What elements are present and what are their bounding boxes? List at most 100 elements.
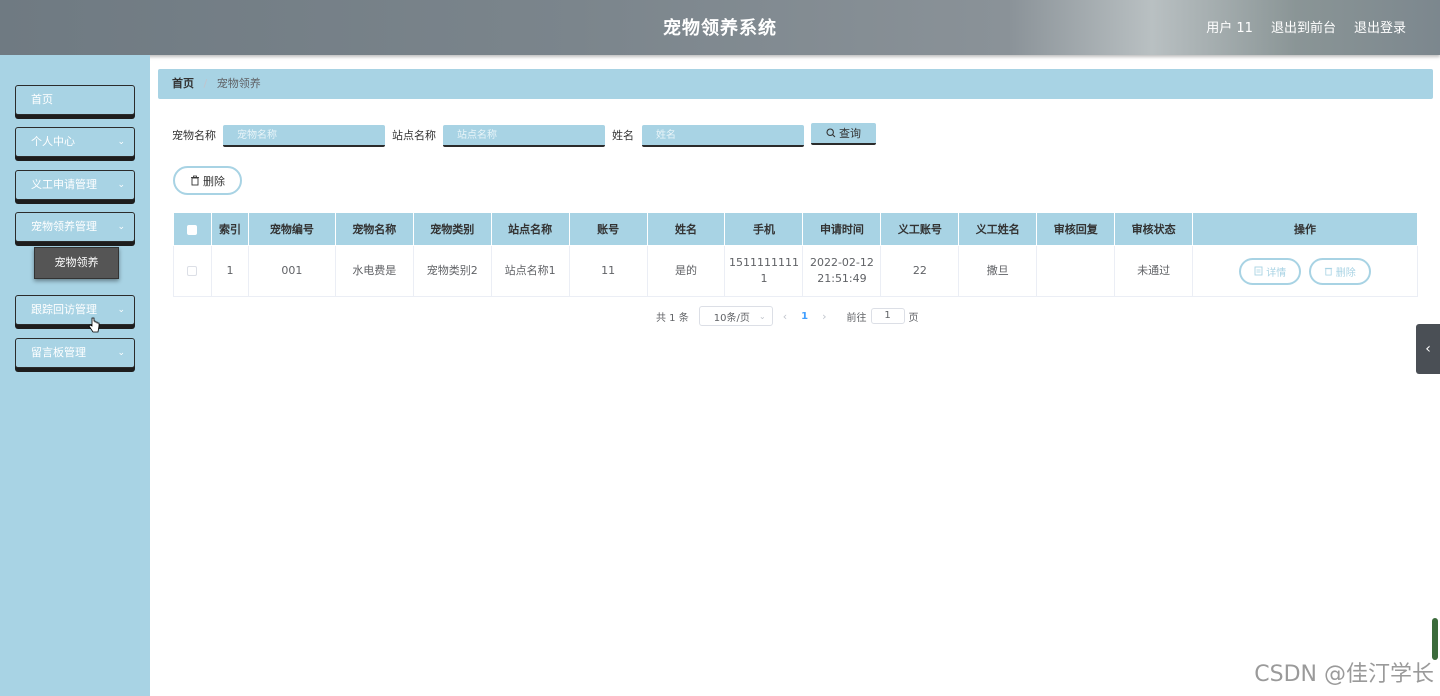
column-header: 申请时间 — [802, 212, 882, 246]
phone-line: 1 — [760, 272, 768, 285]
cell-account: 11 — [568, 245, 648, 297]
sidebar: 首页 个人中心 ⌄ 义工申请管理 ⌄ 宠物领养管理 ⌄ 宠物领养 跟踪回访管理 … — [0, 55, 150, 696]
column-header: 账号 — [568, 212, 648, 246]
cell-phone: 1511111111 1 — [724, 245, 804, 297]
row-delete-button-label: 删除 — [1335, 267, 1356, 279]
trash-icon — [1324, 267, 1332, 276]
top-header: 宠物领养系统 用户 11 退出到前台 退出登录 — [0, 0, 1440, 55]
phone-line: 1511111111 — [728, 256, 799, 269]
cell-apply-time: 2022-02-12 21:51:49 — [802, 245, 882, 297]
column-header: 审核状态 — [1114, 212, 1194, 246]
column-header: 义工账号 — [880, 212, 960, 246]
watermark: CSDN @佳汀学长 — [1254, 662, 1434, 687]
submenu-pet-adoption[interactable]: 宠物领养 — [34, 247, 119, 279]
station-name-label: 站点名称 — [392, 129, 436, 142]
sidebar-item-message-board[interactable]: 留言板管理 ⌄ — [15, 338, 135, 368]
header-links: 用户 11 退出到前台 退出登录 — [1206, 17, 1406, 36]
column-header: 义工姓名 — [958, 212, 1038, 246]
cell-volunteer-name: 撒旦 — [958, 245, 1038, 297]
next-page-icon[interactable]: › — [822, 310, 826, 323]
pet-name-input[interactable] — [223, 125, 385, 147]
chevron-down-icon: ⌄ — [117, 222, 125, 232]
time-line: 21:51:49 — [817, 272, 867, 285]
cell-name: 是的 — [646, 245, 726, 297]
page-number-current[interactable]: 1 — [801, 311, 808, 322]
sidebar-item-label: 留言板管理 — [31, 346, 86, 359]
breadcrumb: 首页 / 宠物领养 — [158, 69, 1433, 99]
detail-button[interactable]: 详情 — [1239, 257, 1302, 285]
select-all-checkbox[interactable] — [187, 224, 198, 235]
cell-category: 宠物类别2 — [412, 245, 492, 297]
sidebar-item-label: 个人中心 — [31, 135, 75, 148]
detail-button-label: 详情 — [1266, 267, 1287, 279]
column-header: 站点名称 — [490, 212, 570, 246]
page-suffix: 页 — [908, 312, 919, 324]
search-icon — [826, 128, 836, 138]
goto-label: 前往 — [846, 312, 867, 324]
column-header: 宠物编号 — [247, 212, 336, 246]
goto-page-input[interactable]: 1 — [870, 308, 905, 324]
name-label: 姓名 — [612, 129, 634, 142]
trash-icon — [191, 175, 199, 186]
page-size-value: 10条/页 — [713, 312, 750, 324]
side-panel-toggle[interactable]: ‹ — [1416, 324, 1440, 374]
cell-pet-name: 水电费是 — [334, 245, 414, 297]
breadcrumb-home[interactable]: 首页 — [172, 77, 194, 90]
query-button-label: 查询 — [839, 127, 861, 140]
cell-volunteer-account: 22 — [880, 245, 960, 297]
name-input[interactable] — [642, 125, 804, 147]
cell-review-status: 未通过 — [1114, 245, 1194, 297]
query-button[interactable]: 查询 — [811, 123, 876, 145]
table-header-row: 索引 宠物编号 宠物名称 宠物类别 站点名称 账号 姓名 手机 申请时间 义工账… — [173, 212, 1418, 246]
cell-index: 1 — [210, 245, 249, 297]
back-to-front-link[interactable]: 退出到前台 — [1271, 17, 1336, 36]
chevron-down-icon: ⌄ — [117, 137, 125, 147]
station-name-input[interactable] — [443, 125, 605, 147]
pet-name-label: 宠物名称 — [172, 129, 216, 142]
prev-page-icon[interactable]: ‹ — [783, 310, 787, 323]
chevron-left-icon: ‹ — [1425, 341, 1431, 357]
page-size-select[interactable]: 10条/页 ⌄ — [698, 306, 773, 326]
sidebar-item-personal-center[interactable]: 个人中心 ⌄ — [15, 127, 135, 157]
delete-button[interactable]: 删除 — [173, 166, 242, 195]
cell-review-reply — [1036, 245, 1116, 297]
column-header: 姓名 — [646, 212, 726, 246]
cell-operations: 详情 删除 — [1192, 245, 1418, 297]
user-name: 用户 11 — [1206, 21, 1253, 36]
chevron-down-icon: ⌄ — [117, 348, 125, 358]
column-header: 宠物名称 — [334, 212, 414, 246]
sidebar-item-label: 义工申请管理 — [31, 178, 97, 191]
logout-link[interactable]: 退出登录 — [1354, 17, 1406, 36]
column-header: 审核回复 — [1036, 212, 1116, 246]
time-line: 2022-02-12 — [809, 256, 874, 269]
column-header: 索引 — [210, 212, 249, 246]
scroll-indicator — [1432, 618, 1438, 660]
sidebar-item-follow-up[interactable]: 跟踪回访管理 ⌄ — [15, 295, 135, 325]
chevron-down-icon: ⌄ — [117, 305, 125, 315]
cell-station: 站点名称1 — [490, 245, 570, 297]
document-icon — [1254, 266, 1263, 276]
sidebar-item-home[interactable]: 首页 — [15, 85, 135, 115]
chevron-down-icon: ⌄ — [117, 180, 125, 190]
sidebar-item-pet-adoption[interactable]: 宠物领养管理 ⌄ — [15, 212, 135, 242]
cell-pet-id: 001 — [247, 245, 336, 297]
row-checkbox[interactable] — [187, 266, 198, 276]
table-row: 1 001 水电费是 宠物类别2 站点名称1 11 是的 1511111111 … — [173, 245, 1418, 297]
select-all-cell[interactable] — [173, 212, 212, 246]
pagination: 共 1 条 10条/页 ⌄ ‹ 1 › 前往 1 页 — [656, 306, 919, 326]
pagination-total: 共 1 条 — [656, 312, 689, 324]
delete-button-label: 删除 — [203, 174, 225, 188]
chevron-down-icon: ⌄ — [759, 311, 766, 321]
sidebar-item-label: 宠物领养管理 — [31, 220, 97, 233]
sidebar-item-volunteer-apply[interactable]: 义工申请管理 ⌄ — [15, 170, 135, 200]
breadcrumb-current: 宠物领养 — [216, 77, 261, 90]
breadcrumb-separator: / — [203, 77, 208, 90]
sidebar-item-label: 跟踪回访管理 — [31, 303, 97, 316]
adoption-table: 索引 宠物编号 宠物名称 宠物类别 站点名称 账号 姓名 手机 申请时间 义工账… — [173, 212, 1418, 297]
column-header: 操作 — [1192, 212, 1418, 246]
column-header: 手机 — [724, 212, 804, 246]
row-select-cell[interactable] — [173, 245, 212, 297]
row-delete-button[interactable]: 删除 — [1308, 257, 1371, 285]
sidebar-item-label: 首页 — [31, 93, 53, 106]
hand-cursor-icon — [88, 317, 100, 333]
